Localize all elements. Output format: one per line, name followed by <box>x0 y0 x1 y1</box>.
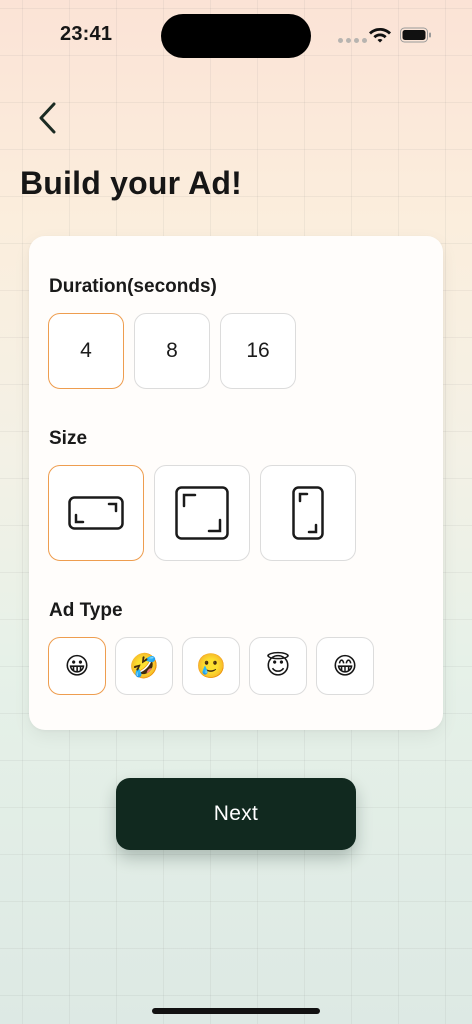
status-time: 23:41 <box>60 23 113 45</box>
portrait-frame-icon <box>292 486 324 540</box>
emoji-beaming-icon: 😁 <box>332 652 358 680</box>
ad-type-option-halo[interactable]: 😇 <box>249 637 307 695</box>
emoji-grinning-icon: 😀 <box>64 652 90 680</box>
duration-option-label: 8 <box>166 339 178 362</box>
dynamic-island <box>161 14 311 58</box>
duration-option-16[interactable]: 16 <box>220 313 296 389</box>
emoji-halo-icon: 😇 <box>265 652 291 680</box>
cellular-signal-icon <box>338 38 367 43</box>
back-button[interactable] <box>28 98 68 138</box>
ad-type-label: Ad Type <box>49 600 123 621</box>
chevron-left-icon <box>39 102 56 134</box>
landscape-frame-icon <box>68 496 124 530</box>
wifi-icon <box>369 28 391 43</box>
ad-type-option-grinning[interactable]: 😀 <box>48 637 106 695</box>
next-button-label: Next <box>213 802 259 825</box>
duration-option-8[interactable]: 8 <box>134 313 210 389</box>
size-label: Size <box>49 428 88 449</box>
duration-option-4[interactable]: 4 <box>48 313 124 389</box>
ad-type-option-smiling-tear[interactable]: 🥲 <box>182 637 240 695</box>
ad-type-option-beaming[interactable]: 😁 <box>316 637 374 695</box>
status-bar: 23:41 <box>0 0 472 70</box>
size-option-landscape[interactable] <box>48 465 144 561</box>
square-frame-icon <box>175 486 229 540</box>
next-button[interactable]: Next <box>116 778 356 850</box>
page-title: Build your Ad! <box>20 165 243 201</box>
duration-option-label: 16 <box>246 339 270 362</box>
ad-type-option-rofl[interactable]: 🤣 <box>115 637 173 695</box>
ad-builder-card: Duration(seconds) 4 8 16 Size Ad Type 😀 <box>29 236 443 730</box>
home-indicator <box>152 1008 320 1014</box>
duration-option-label: 4 <box>80 339 92 362</box>
emoji-rofl-icon: 🤣 <box>129 652 159 680</box>
size-option-portrait[interactable] <box>260 465 356 561</box>
battery-icon <box>400 27 431 43</box>
emoji-smiling-tear-icon: 🥲 <box>196 652 226 680</box>
duration-label: Duration(seconds) <box>49 276 217 297</box>
size-option-square[interactable] <box>154 465 250 561</box>
